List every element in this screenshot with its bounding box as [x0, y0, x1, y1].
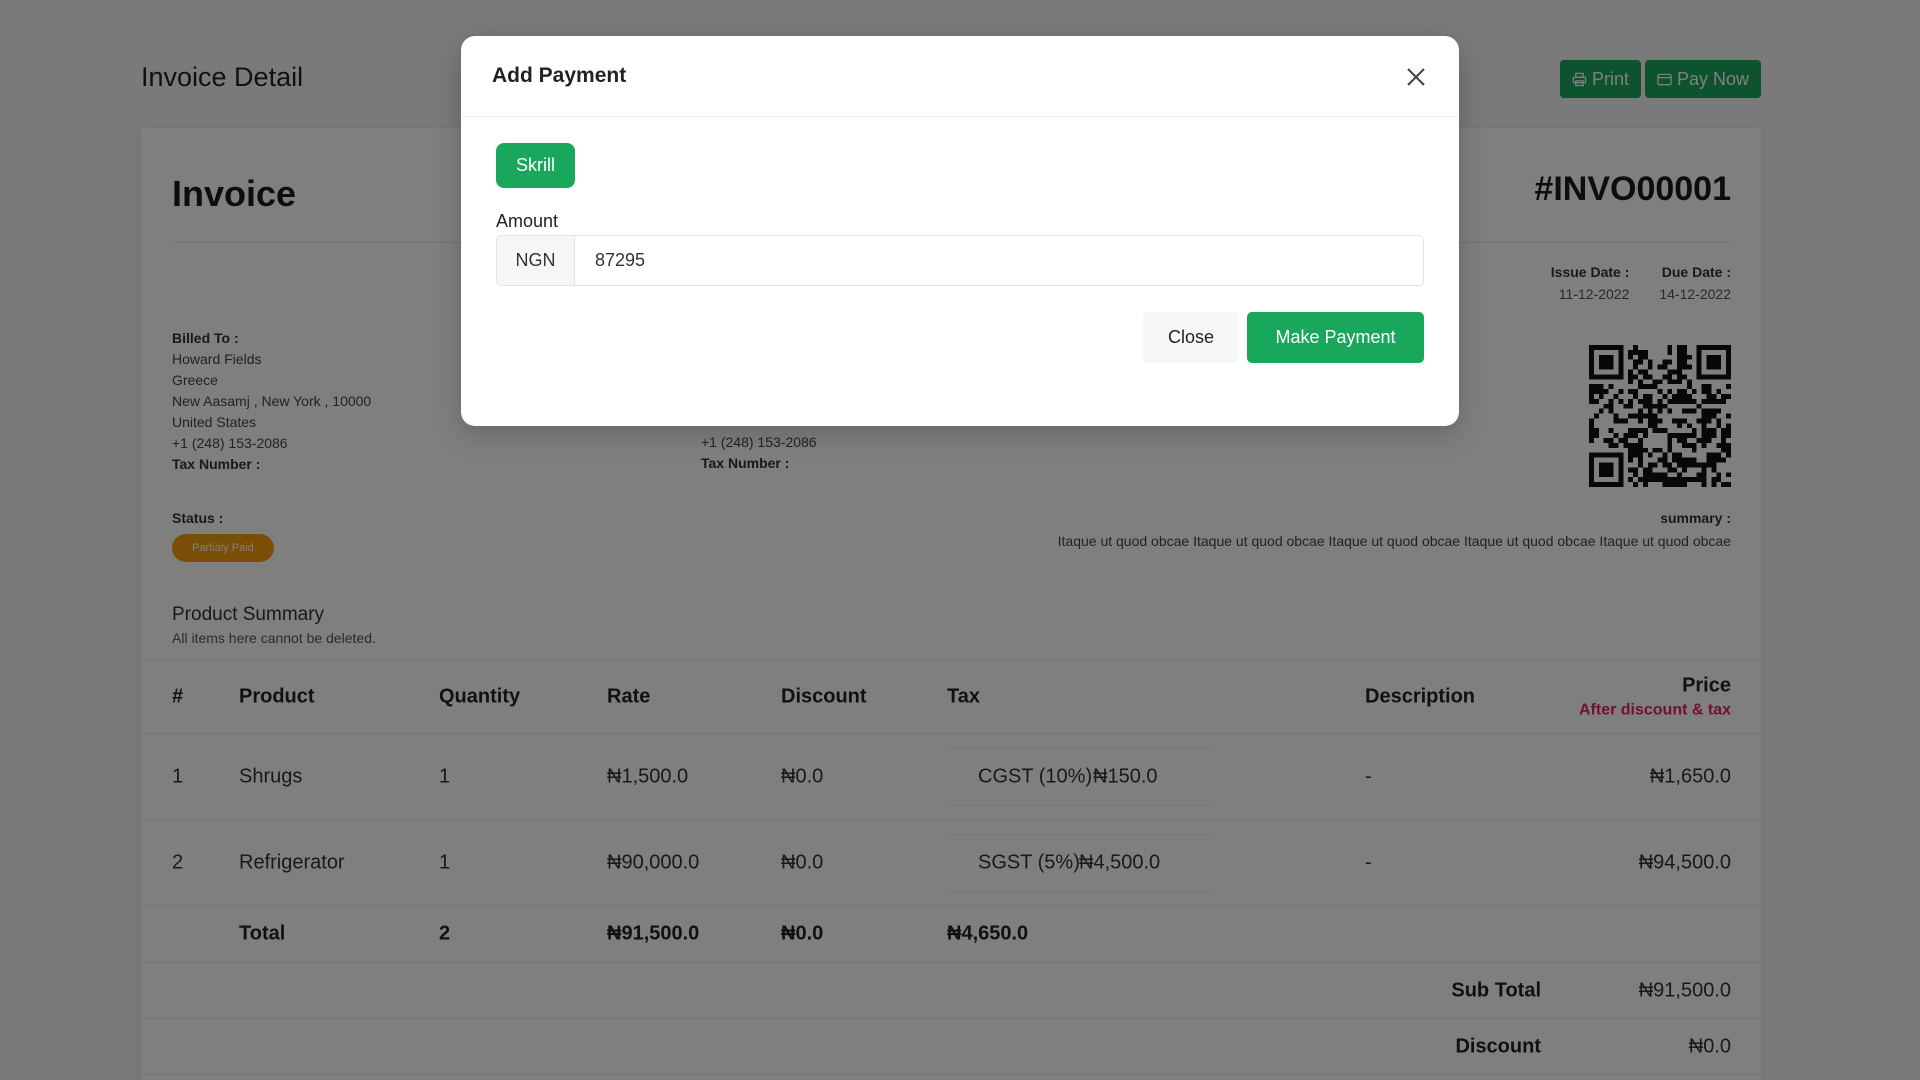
close-icon [1407, 68, 1425, 86]
make-payment-button[interactable]: Make Payment [1247, 312, 1424, 363]
modal-close-button[interactable] [1399, 60, 1433, 94]
amount-input[interactable] [575, 236, 1423, 285]
currency-addon: NGN [497, 236, 575, 285]
amount-label: Amount [496, 211, 559, 231]
skrill-gateway-button[interactable]: Skrill [496, 143, 575, 188]
amount-input-group: NGN [496, 235, 1424, 286]
close-button[interactable]: Close [1143, 312, 1239, 363]
add-payment-modal: Add Payment Skrill Amount NGN Close Make… [461, 36, 1459, 426]
modal-title: Add Payment [492, 64, 627, 87]
modal-header: Add Payment [461, 36, 1459, 117]
